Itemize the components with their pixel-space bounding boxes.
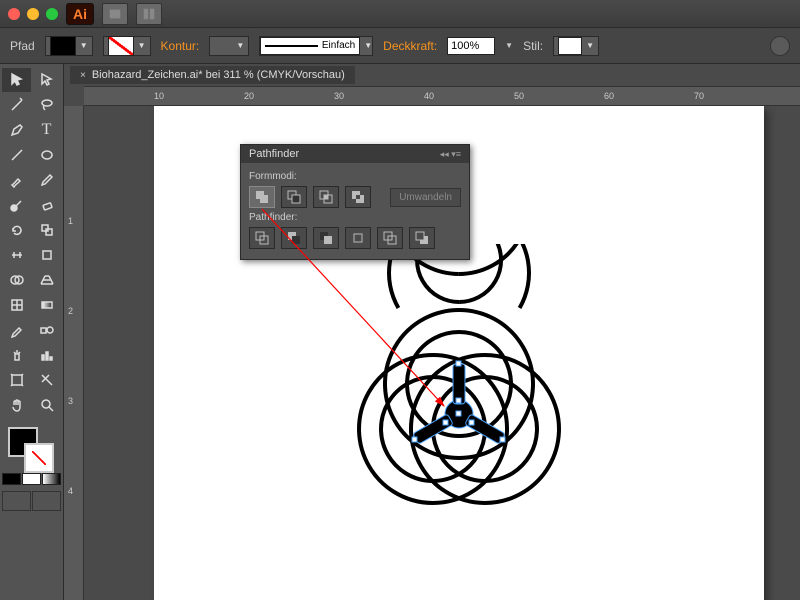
perspective-grid-tool[interactable]: [32, 268, 61, 292]
stroke-box[interactable]: [24, 443, 54, 473]
width-tool[interactable]: [2, 243, 31, 267]
zoom-window[interactable]: [46, 8, 58, 20]
shape-builder-tool[interactable]: [2, 268, 31, 292]
minus-front-button[interactable]: [281, 186, 307, 208]
stroke-type-label: Einfach: [322, 40, 355, 51]
unite-button[interactable]: [249, 186, 275, 208]
eraser-tool[interactable]: [32, 193, 61, 217]
stroke-label[interactable]: Kontur:: [161, 39, 200, 53]
blend-tool[interactable]: [32, 318, 61, 342]
gradient-tool[interactable]: [32, 293, 61, 317]
window-controls: [8, 8, 58, 20]
panel-menu-icon[interactable]: ◂◂ ▾≡: [440, 149, 461, 160]
stroke-weight-dropdown[interactable]: ▼: [209, 36, 249, 56]
screen-mode-buttons[interactable]: [2, 491, 61, 511]
trim-button[interactable]: [281, 227, 307, 249]
intersect-button[interactable]: [313, 186, 339, 208]
slice-tool[interactable]: [32, 368, 61, 392]
crop-button[interactable]: [345, 227, 371, 249]
document-title: Biohazard_Zeichen.ai* bei 311 % (CMYK/Vo…: [92, 69, 345, 81]
hand-tool[interactable]: [2, 393, 31, 417]
control-bar: Pfad ▼ ▼ Kontur: ▼ Einfach▼ Deckkraft: ▼…: [0, 28, 800, 64]
toolbox: T: [0, 64, 64, 600]
stroke-swatch-dropdown[interactable]: ▼: [103, 36, 151, 56]
zoom-tool[interactable]: [32, 393, 61, 417]
selection-type-label: Pfad: [10, 39, 35, 53]
symbol-sprayer-tool[interactable]: [2, 343, 31, 367]
type-tool[interactable]: T: [32, 118, 61, 142]
scale-tool[interactable]: [32, 218, 61, 242]
pathfinder-titlebar[interactable]: Pathfinder ◂◂ ▾≡: [241, 145, 469, 163]
pathfinder-panel[interactable]: Pathfinder ◂◂ ▾≡ Formmodi: Umwandeln: [240, 144, 470, 260]
close-window[interactable]: [8, 8, 20, 20]
style-dropdown[interactable]: ▼: [553, 36, 599, 56]
titlebar: Ai: [0, 0, 800, 28]
artboard[interactable]: Pathfinder ◂◂ ▾≡ Formmodi: Umwandeln: [154, 106, 764, 600]
document-tabs: × Biohazard_Zeichen.ai* bei 311 % (CMYK/…: [64, 64, 800, 86]
pathfinder-ops-label: Pathfinder:: [249, 212, 461, 223]
document-tab[interactable]: × Biohazard_Zeichen.ai* bei 311 % (CMYK/…: [70, 66, 355, 84]
opacity-label[interactable]: Deckkraft:: [383, 39, 437, 53]
selection-tool[interactable]: [2, 68, 31, 92]
direct-selection-tool[interactable]: [32, 68, 61, 92]
layout-button[interactable]: [136, 3, 162, 25]
mesh-tool[interactable]: [2, 293, 31, 317]
expand-button[interactable]: Umwandeln: [390, 188, 461, 207]
bridge-button[interactable]: [102, 3, 128, 25]
minus-back-button[interactable]: [409, 227, 435, 249]
divide-button[interactable]: [249, 227, 275, 249]
color-mode-bar[interactable]: [2, 473, 61, 485]
outline-button[interactable]: [377, 227, 403, 249]
stroke-profile-dropdown[interactable]: Einfach▼: [259, 36, 373, 56]
pen-tool[interactable]: [2, 118, 31, 142]
paintbrush-tool[interactable]: [2, 168, 31, 192]
opacity-input[interactable]: [447, 37, 495, 55]
free-transform-tool[interactable]: [32, 243, 61, 267]
fill-stroke-control[interactable]: [2, 425, 61, 471]
merge-button[interactable]: [313, 227, 339, 249]
line-tool[interactable]: [2, 143, 31, 167]
app-badge: Ai: [66, 3, 94, 25]
style-label: Stil:: [523, 39, 543, 53]
column-graph-tool[interactable]: [32, 343, 61, 367]
artboard-tool[interactable]: [2, 368, 31, 392]
magic-wand-tool[interactable]: [2, 93, 31, 117]
vertical-ruler: 1 2 3 4: [64, 106, 84, 600]
lasso-tool[interactable]: [32, 93, 61, 117]
eyedropper-tool[interactable]: [2, 318, 31, 342]
horizontal-ruler: 10 20 30 40 50 60 70: [84, 86, 800, 106]
canvas[interactable]: Pathfinder ◂◂ ▾≡ Formmodi: Umwandeln: [84, 106, 800, 600]
rotate-tool[interactable]: [2, 218, 31, 242]
pencil-tool[interactable]: [32, 168, 61, 192]
user-icon[interactable]: [770, 36, 790, 56]
fill-swatch-dropdown[interactable]: ▼: [45, 36, 93, 56]
close-tab-icon[interactable]: ×: [80, 70, 86, 81]
minimize-window[interactable]: [27, 8, 39, 20]
exclude-button[interactable]: [345, 186, 371, 208]
blob-brush-tool[interactable]: [2, 193, 31, 217]
ellipse-tool[interactable]: [32, 143, 61, 167]
pathfinder-title: Pathfinder: [249, 148, 299, 160]
shape-modes-label: Formmodi:: [249, 171, 461, 182]
center-selected-shape[interactable]: [399, 354, 519, 474]
